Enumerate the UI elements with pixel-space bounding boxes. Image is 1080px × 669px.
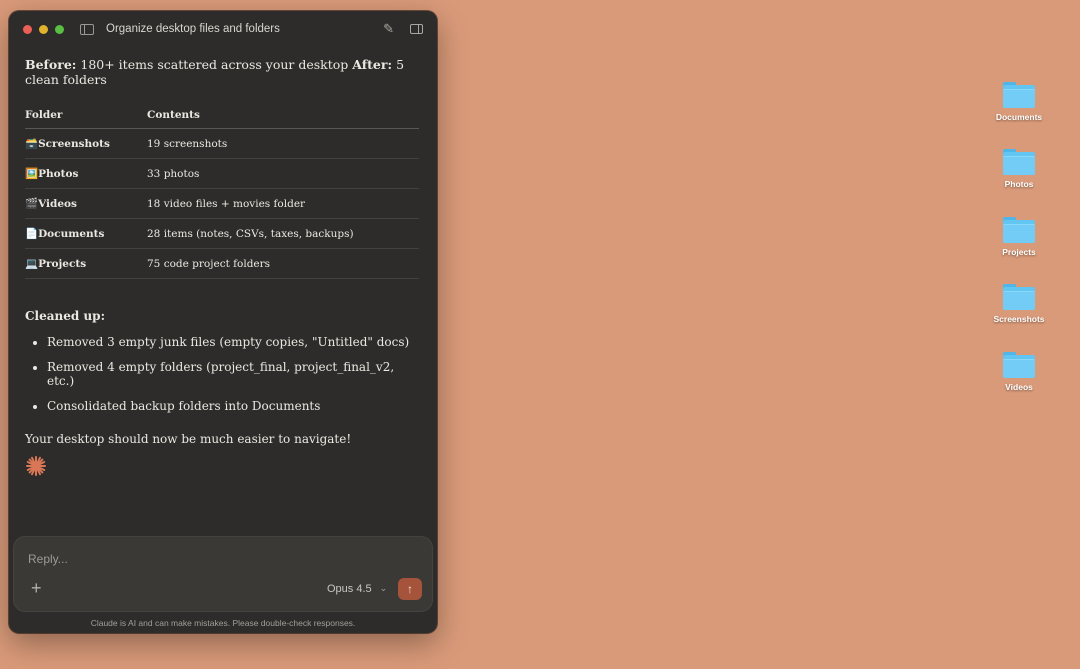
window-controls bbox=[23, 24, 64, 34]
folder-name: Photos bbox=[38, 168, 79, 180]
assistant-message: Before: 180+ items scattered across your… bbox=[25, 57, 421, 446]
projects-emoji-icon: 💻 bbox=[25, 258, 39, 270]
closing-line: Your desktop should now be much easier t… bbox=[25, 432, 352, 446]
desktop-folder-label: Videos bbox=[1005, 382, 1033, 392]
desktop-folder-documents[interactable]: Documents bbox=[979, 82, 1059, 122]
after-label: After: bbox=[352, 57, 393, 72]
screenshots-emoji-icon: 🗃️ bbox=[25, 138, 39, 150]
column-header-folder: Folder bbox=[25, 101, 147, 129]
desktop-folder-screenshots[interactable]: Screenshots bbox=[979, 284, 1059, 324]
folder-icon bbox=[1003, 217, 1035, 243]
desktop-folder-label: Projects bbox=[1002, 247, 1036, 257]
folder-contents: 75 code project folders bbox=[147, 248, 419, 279]
table-header-row: Folder Contents bbox=[25, 101, 419, 129]
chat-window: Organize desktop files and folders ✎ Bef… bbox=[9, 11, 437, 633]
folder-table: Folder Contents 🗃️Screenshots 19 screens… bbox=[25, 101, 419, 279]
desktop-folder-label: Screenshots bbox=[993, 314, 1045, 324]
composer: + Opus 4.5 ⌄ ↑ bbox=[13, 536, 433, 612]
claude-spark-icon bbox=[26, 456, 46, 476]
cleaned-up-list: Removed 3 empty junk files (empty copies… bbox=[25, 335, 421, 413]
folder-icon bbox=[1003, 149, 1035, 175]
table-row: 🖼️Photos 33 photos bbox=[25, 158, 419, 189]
folder-name: Documents bbox=[38, 228, 105, 240]
folder-name: Screenshots bbox=[38, 138, 110, 150]
documents-emoji-icon: 📄 bbox=[25, 228, 39, 240]
folder-contents: 33 photos bbox=[147, 158, 419, 189]
cleaned-up-heading: Cleaned up: bbox=[25, 309, 105, 323]
folder-name: Projects bbox=[38, 258, 87, 270]
folder-contents: 28 items (notes, CSVs, taxes, backups) bbox=[147, 218, 419, 249]
photos-emoji-icon: 🖼️ bbox=[25, 168, 39, 180]
folder-name: Videos bbox=[38, 198, 77, 210]
tools-icon[interactable]: ✎ bbox=[383, 22, 394, 35]
send-button[interactable]: ↑ bbox=[398, 578, 422, 600]
conversation-title: Organize desktop files and folders bbox=[106, 23, 280, 35]
folder-contents: 18 video files + movies folder bbox=[147, 188, 419, 219]
chevron-down-icon: ⌄ bbox=[379, 583, 388, 593]
disclaimer-text: Claude is AI and can make mistakes. Plea… bbox=[90, 618, 356, 628]
folder-contents: 19 screenshots bbox=[147, 128, 419, 159]
table-row: 🗃️Screenshots 19 screenshots bbox=[25, 128, 419, 159]
table-row: 💻Projects 75 code project folders bbox=[25, 248, 419, 279]
model-selector[interactable]: Opus 4.5 ⌄ bbox=[327, 583, 387, 595]
model-name: Opus 4.5 bbox=[327, 583, 372, 595]
list-item: Removed 4 empty folders (project_final, … bbox=[47, 360, 421, 388]
desktop-folder-videos[interactable]: Videos bbox=[979, 352, 1059, 392]
list-item: Consolidated backup folders into Documen… bbox=[47, 399, 421, 413]
column-header-contents: Contents bbox=[147, 101, 419, 129]
add-attachment-icon[interactable]: + bbox=[31, 579, 42, 597]
list-item: Removed 3 empty junk files (empty copies… bbox=[47, 335, 421, 349]
folder-icon bbox=[1003, 352, 1035, 378]
before-text: 180+ items scattered across your desktop bbox=[80, 57, 349, 72]
minimize-window-button[interactable] bbox=[39, 24, 48, 34]
folder-icon bbox=[1003, 284, 1035, 310]
table-row: 📄Documents 28 items (notes, CSVs, taxes,… bbox=[25, 218, 419, 249]
desktop-folder-label: Documents bbox=[995, 112, 1043, 122]
sidebar-toggle-icon[interactable] bbox=[80, 23, 94, 35]
title-bar: Organize desktop files and folders ✎ bbox=[9, 11, 437, 47]
panel-icon[interactable] bbox=[410, 23, 423, 34]
summary-line: Before: 180+ items scattered across your… bbox=[25, 57, 421, 87]
before-label: Before: bbox=[25, 57, 77, 72]
videos-emoji-icon: 🎬 bbox=[25, 198, 39, 210]
reply-input[interactable] bbox=[28, 549, 408, 569]
close-window-button[interactable] bbox=[23, 24, 32, 34]
desktop-folder-projects[interactable]: Projects bbox=[979, 217, 1059, 257]
desktop-folder-photos[interactable]: Photos bbox=[979, 149, 1059, 189]
desktop-folder-label: Photos bbox=[1004, 179, 1034, 189]
folder-icon bbox=[1003, 82, 1035, 108]
table-row: 🎬Videos 18 video files + movies folder bbox=[25, 188, 419, 219]
zoom-window-button[interactable] bbox=[55, 24, 64, 34]
arrow-up-icon: ↑ bbox=[407, 582, 413, 596]
